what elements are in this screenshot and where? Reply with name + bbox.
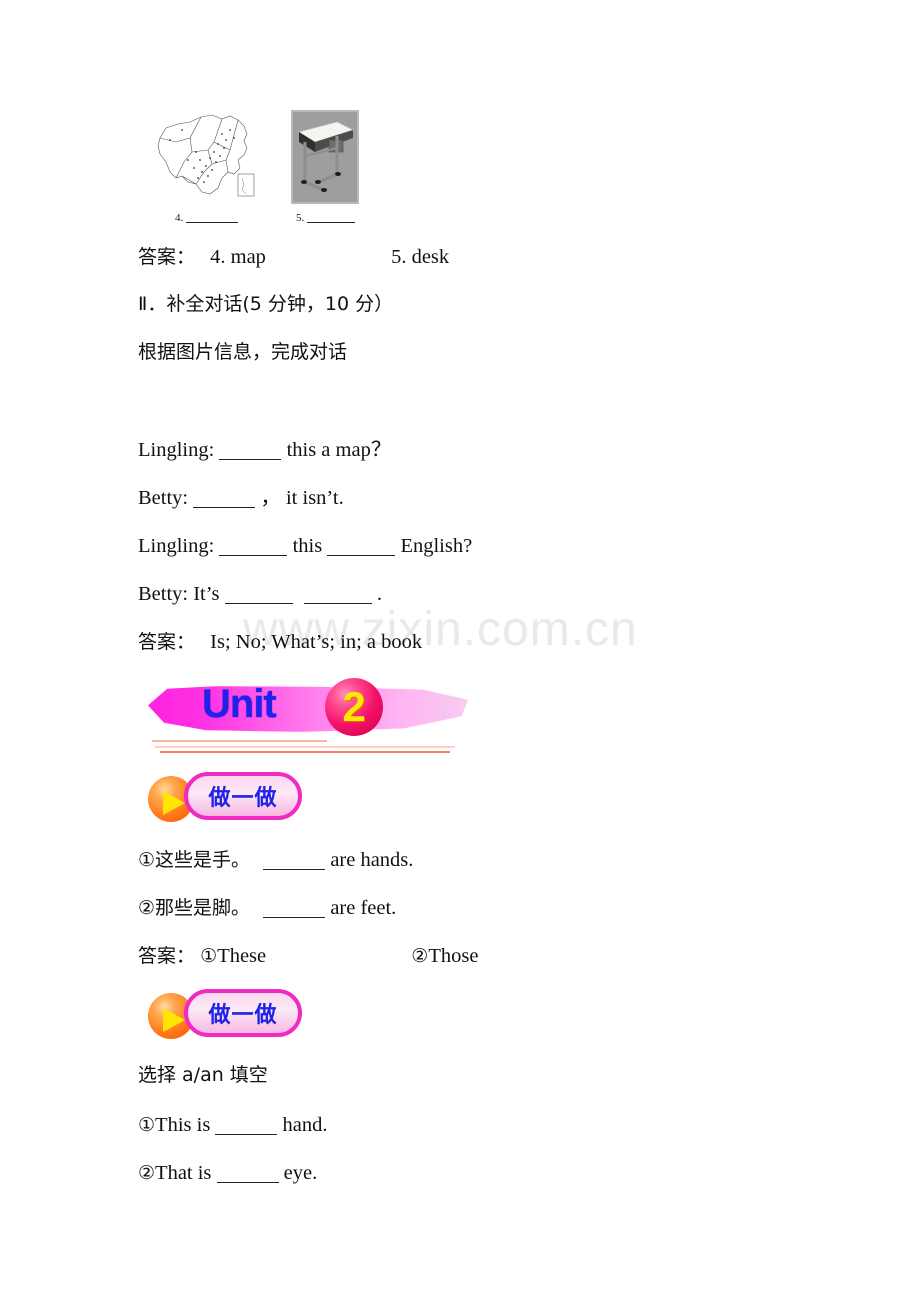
answer-value: Those (428, 945, 479, 967)
answer-number: 4. (210, 246, 226, 268)
answer-item-1: ①These (200, 945, 266, 967)
item-chinese: 这些是手。 (155, 849, 251, 871)
unit-banner-number: 2 (342, 683, 366, 730)
item-before: This is (155, 1114, 211, 1136)
activity-two-do-button[interactable]: 做一做 (148, 989, 308, 1041)
answer-blank[interactable] (263, 897, 326, 918)
dialogue-blank[interactable] (193, 487, 256, 508)
dialogue-speaker: Betty: (138, 487, 189, 509)
dialogue-line-3: Lingling: this English? (138, 534, 472, 559)
item-marker: ① (138, 1114, 156, 1136)
answer-value: map (230, 246, 266, 268)
answer-marker: ① (200, 945, 218, 967)
answer-item-5: 5. desk (391, 246, 449, 268)
do-button-label: 做一做 (208, 786, 278, 811)
item-after: hand. (282, 1114, 328, 1136)
dialogue-text: this a map？ (286, 439, 392, 461)
item-marker: ② (138, 1162, 156, 1184)
item-chinese: 那些是脚。 (155, 897, 251, 919)
school-desk-image (291, 110, 359, 204)
activity-two-item-1: ①This is hand. (138, 1113, 328, 1138)
china-map-image (152, 108, 262, 204)
answer-blank[interactable] (216, 1162, 279, 1183)
unit-banner-rule-mid (155, 746, 455, 748)
answer-blank[interactable] (307, 214, 355, 223)
unit-banner-rule-top (152, 740, 327, 742)
document-content: 4. 5. 答案： 4. map 5. desk Ⅱ．补全对话(5 分钟，10 … (0, 0, 920, 1302)
section-two-heading: Ⅱ．补全对话(5 分钟，10 分） (138, 293, 394, 315)
activity-one-answer-row: 答案： ①These ②Those (138, 944, 478, 969)
dialogue-line-4: Betty: It’s . (138, 582, 382, 607)
unit-banner-circle: 2 (325, 678, 383, 736)
dialogue-blank[interactable] (219, 535, 288, 556)
dialogue-line-2: Betty: ， it isn’t. (138, 486, 344, 511)
answer-label: 答案： (138, 246, 196, 268)
item-before: That is (155, 1162, 212, 1184)
activity-two-item-2: ②That is eye. (138, 1161, 317, 1186)
section-two-instruction: 根据图片信息，完成对话 (138, 341, 348, 363)
dialogue-blank[interactable] (224, 583, 293, 604)
activity-one-item-1: ①这些是手。 are hands. (138, 848, 413, 873)
unit-banner-word: Unit (202, 682, 277, 726)
dialogue-blank[interactable] (303, 583, 372, 604)
answer-value: desk (411, 246, 450, 268)
answer-number: 5. (391, 246, 407, 268)
answer-blank[interactable] (215, 1114, 278, 1135)
item-marker: ② (138, 897, 156, 919)
answer-value: Is; No; What’s; in; a book (210, 631, 423, 653)
play-triangle-icon (163, 791, 185, 815)
activity-one-item-2: ②那些是脚。 are feet. (138, 896, 396, 921)
answer-item-2: ②Those (411, 945, 478, 967)
unit-banner-blob (148, 686, 468, 732)
answer-item-4: 4. map (210, 246, 271, 268)
image-caption-5: 5. (296, 212, 355, 224)
dialogue-speaker: Lingling: (138, 439, 215, 461)
answer-value: These (217, 945, 267, 967)
dialogue-line-1: Lingling: this a map？ (138, 438, 391, 463)
dialogue-speaker: Lingling: (138, 535, 215, 557)
image-caption-4: 4. (175, 212, 238, 224)
dialogue-blank[interactable] (327, 535, 396, 556)
item-english: are feet. (330, 897, 397, 919)
dialogue-text-tail: English? (400, 535, 473, 557)
caption-number-5: 5. (296, 212, 305, 224)
answer-label: 答案： (138, 631, 196, 653)
dialogue-blank[interactable] (219, 439, 282, 460)
unit-banner: Unit 2 (148, 678, 468, 740)
document-page: www.zixin.com.cn 4. 5. 答案： 4. map 5. des… (0, 0, 920, 1302)
dialogue-text: this (292, 535, 323, 557)
caption-number-4: 4. (175, 212, 184, 224)
unit-banner-rule-bottom (160, 751, 450, 753)
item-after: eye. (283, 1162, 318, 1184)
dialogue-speaker: Betty: It’s (138, 583, 220, 605)
section-one-answer-row: 答案： 4. map 5. desk (138, 245, 449, 270)
dialogue-text: ， it isn’t. (260, 487, 344, 509)
activity-one-do-button[interactable]: 做一做 (148, 772, 308, 824)
answer-blank[interactable] (263, 849, 326, 870)
answer-blank[interactable] (186, 214, 238, 223)
dialogue-text-tail: . (376, 583, 382, 605)
activity-two-instruction: 选择 a/an 填空 (138, 1064, 268, 1086)
item-marker: ① (138, 849, 156, 871)
answer-label: 答案： (138, 945, 196, 967)
answer-marker: ② (411, 945, 429, 967)
item-english: are hands. (330, 849, 414, 871)
do-button-label: 做一做 (208, 1003, 278, 1028)
play-triangle-icon (163, 1008, 185, 1032)
section-two-answer-row: 答案： Is; No; What’s; in; a book (138, 630, 422, 655)
